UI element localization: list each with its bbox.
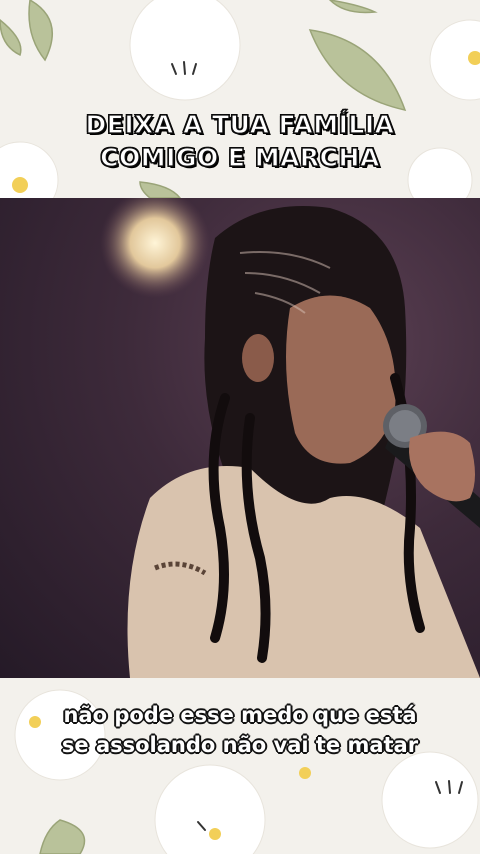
headline-line-1: DEIXA A TUA FAMÍLIA <box>85 109 395 139</box>
caption-line-2: se assolando não vai te matar <box>61 733 419 757</box>
caption-overlay: não pode esse medo que está se assolando… <box>0 700 480 760</box>
singer-illustration <box>100 198 480 678</box>
headline-line-2: COMIGO E MARCHA <box>100 142 380 172</box>
hand <box>409 431 475 502</box>
caption-line-1: não pode esse medo que está <box>63 703 417 727</box>
stage-light <box>100 198 210 298</box>
video-frame[interactable] <box>0 198 480 678</box>
headline-overlay: DEIXA A TUA FAMÍLIA COMIGO E MARCHA <box>0 108 480 174</box>
